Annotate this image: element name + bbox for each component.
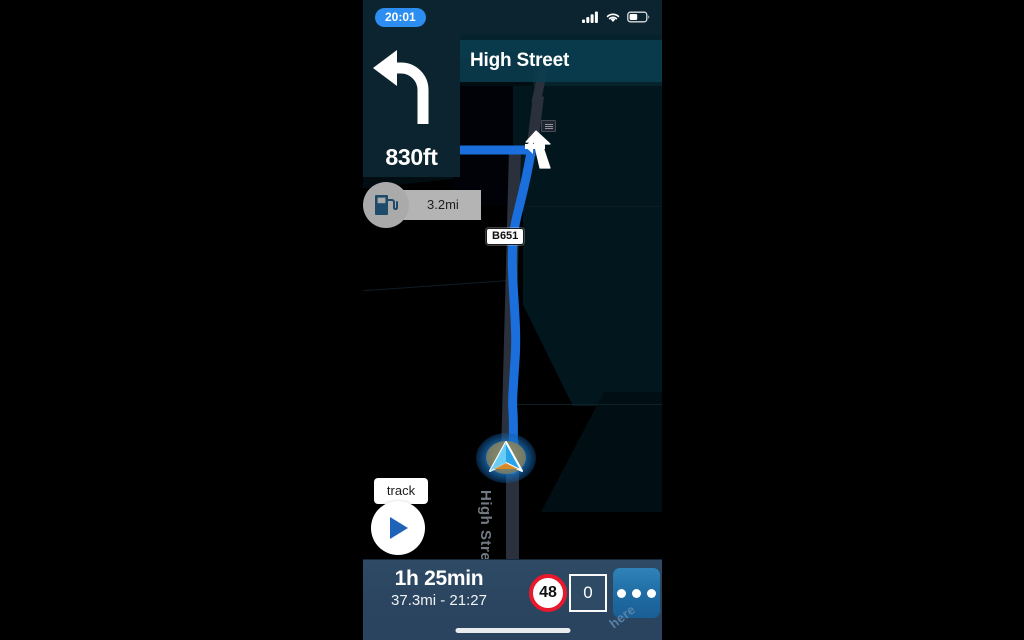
fuel-pump-icon[interactable] xyxy=(363,182,409,228)
home-indicator[interactable] xyxy=(455,628,570,633)
current-speed-display: 0 xyxy=(569,574,607,612)
map-turn-arrow-icon xyxy=(525,130,551,169)
track-tooltip: track xyxy=(374,478,428,504)
menu-dot xyxy=(632,588,641,598)
track-control[interactable]: track xyxy=(371,478,431,555)
status-system-icons xyxy=(582,11,650,23)
screenshot-root: B651 High Street 20:01 830ft High Street… xyxy=(0,0,1024,640)
maneuver-arrow-container xyxy=(363,34,460,140)
menu-dot xyxy=(617,588,626,598)
track-button[interactable] xyxy=(371,501,425,555)
maneuver-panel[interactable]: 830ft xyxy=(363,34,460,177)
vehicle-position-icon xyxy=(476,430,536,486)
street-name-banner: High Street xyxy=(460,40,662,82)
eta-details: 37.3mi - 21:27 xyxy=(391,592,487,609)
position-arrow xyxy=(489,441,523,472)
wifi-icon xyxy=(606,13,620,22)
battery-icon xyxy=(627,11,650,23)
eta-panel[interactable]: 1h 25min 37.3mi - 21:27 xyxy=(363,567,515,611)
maneuver-distance: 830ft xyxy=(385,144,438,170)
menu-dot xyxy=(647,588,656,598)
status-clock: 20:01 xyxy=(375,7,426,27)
fuel-poi-chip[interactable]: 3.2mi xyxy=(363,182,481,228)
street-name-text: High Street xyxy=(470,50,570,71)
turn-left-arrow-icon xyxy=(372,50,428,124)
play-triangle-icon xyxy=(390,517,408,539)
bottom-bar: 1h 25min 37.3mi - 21:27 48 0 here xyxy=(363,559,662,640)
eta-duration: 1h 25min xyxy=(394,567,484,590)
signal-icon xyxy=(582,11,598,23)
fuel-distance-label: 3.2mi xyxy=(401,190,481,220)
status-bar: 20:01 xyxy=(363,0,662,34)
fuel-pump-glyph xyxy=(375,195,398,215)
phone-viewport: B651 High Street 20:01 830ft High Street… xyxy=(363,0,662,640)
road-shield-badge: B651 xyxy=(486,228,525,245)
speed-limit-sign: 48 xyxy=(529,574,567,612)
